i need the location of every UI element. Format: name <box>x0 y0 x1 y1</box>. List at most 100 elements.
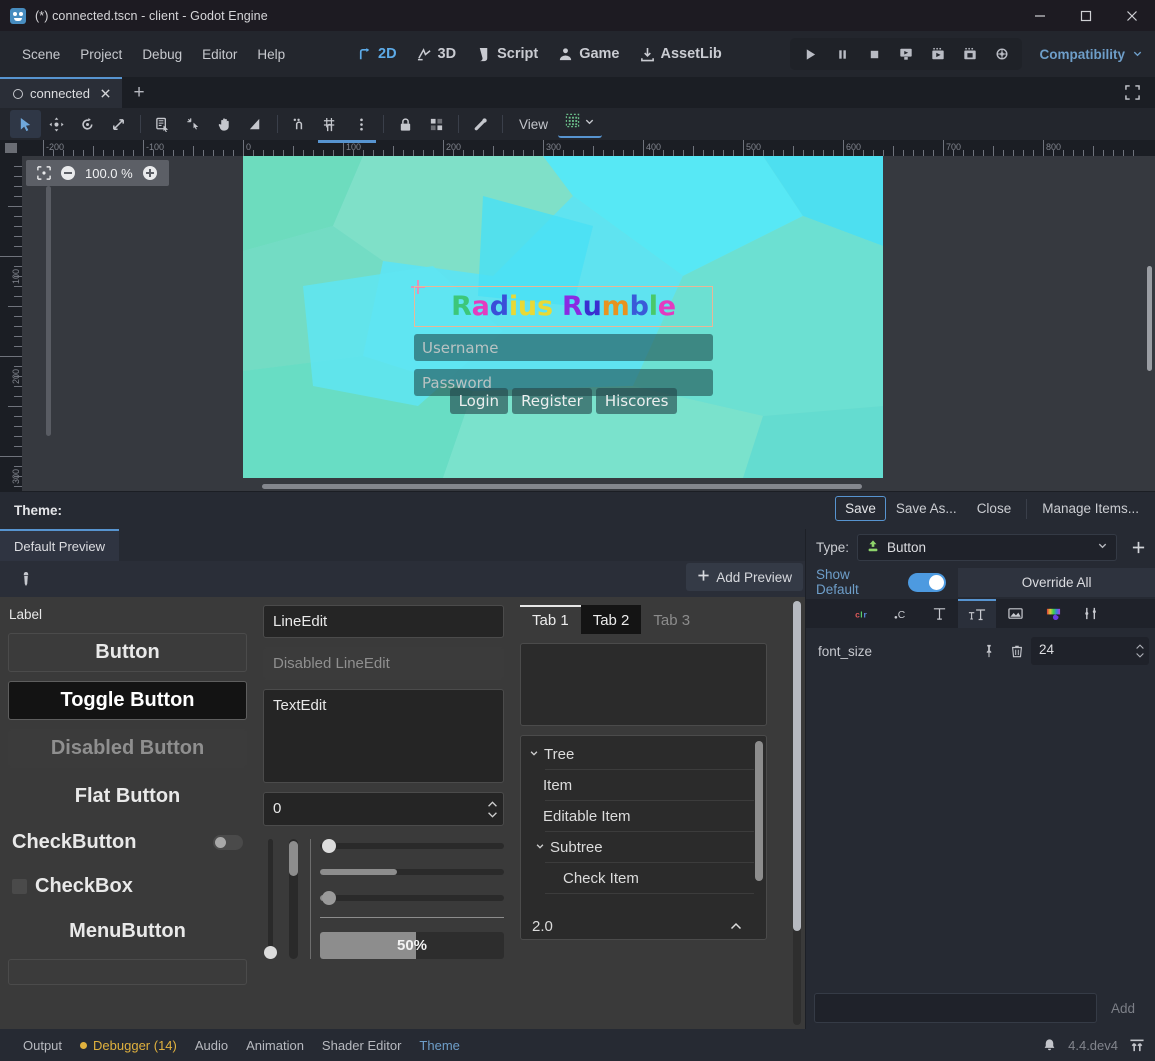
grid-snap-icon[interactable] <box>315 110 346 138</box>
menu-debug[interactable]: Debug <box>132 42 192 67</box>
editor-button-2d[interactable]: 2D <box>348 40 406 68</box>
preview-menu-button[interactable]: MenuButton <box>8 913 247 950</box>
bottom-panel-debugger[interactable]: Debugger (14) <box>71 1034 186 1057</box>
menu-project[interactable]: Project <box>70 42 132 67</box>
bottom-panel-audio[interactable]: Audio <box>186 1034 237 1057</box>
editor-button-3d[interactable]: 3D <box>408 40 466 68</box>
tree-row-editable-item[interactable]: Editable Item <box>521 801 766 832</box>
preview-tree[interactable]: Tree Item Editable Item Subtree Check It… <box>520 735 767 940</box>
zoom-fit-icon[interactable] <box>37 166 51 180</box>
preview-tab-default[interactable]: Default Preview <box>0 529 120 561</box>
constant-items-icon[interactable]: C <box>882 599 920 628</box>
view-menu-button[interactable]: View <box>509 113 558 136</box>
icon-items-icon[interactable] <box>996 599 1034 628</box>
renderer-selector[interactable]: Compatibility <box>1039 31 1143 77</box>
play-custom-icon[interactable] <box>922 39 954 69</box>
move-tool-icon[interactable] <box>41 110 72 138</box>
canvas-viewport[interactable]: -200-1000100200300400500600700800 100200… <box>0 140 1155 491</box>
ruler-icon[interactable] <box>240 110 271 138</box>
show-default-toggle[interactable] <box>908 572 947 592</box>
add-item-input[interactable] <box>814 993 1097 1023</box>
group-icon[interactable] <box>421 110 452 138</box>
spinbox-arrows-icon[interactable] <box>481 793 503 825</box>
pan-icon[interactable] <box>209 110 240 138</box>
canvas-vertical-scrollbar[interactable] <box>1147 266 1152 371</box>
type-select[interactable]: Button <box>857 533 1117 561</box>
preview-line-edit[interactable]: LineEdit <box>263 605 504 638</box>
editor-button-assetlib[interactable]: AssetLib <box>631 40 731 68</box>
preview-tab-2[interactable]: Tab 2 <box>580 605 642 634</box>
bell-icon[interactable] <box>1042 1038 1057 1053</box>
movie-maker-icon[interactable] <box>954 39 986 69</box>
hiscores-button[interactable]: Hiscores <box>595 388 678 414</box>
expand-bottom-icon[interactable] <box>1129 1038 1145 1053</box>
preview-check-box[interactable]: CheckBox <box>8 869 247 904</box>
expand-icon[interactable] <box>1117 77 1147 108</box>
pause-icon[interactable] <box>826 39 858 69</box>
property-value-field[interactable]: 24 <box>1031 637 1149 665</box>
bottom-panel-animation[interactable]: Animation <box>237 1034 313 1057</box>
register-button[interactable]: Register <box>512 388 592 414</box>
preview-hslider[interactable] <box>320 839 504 853</box>
pin-icon[interactable] <box>975 644 1003 658</box>
play-icon[interactable] <box>794 39 826 69</box>
preview-vscrollbar[interactable] <box>286 839 300 959</box>
override-all-button[interactable]: Override All <box>958 567 1155 597</box>
maximize-icon[interactable] <box>1063 0 1109 31</box>
preview-hslider-2[interactable] <box>320 890 504 905</box>
bottom-panel-shader-editor[interactable]: Shader Editor <box>313 1034 411 1057</box>
preview-option-button[interactable] <box>8 959 247 985</box>
remote-debug-icon[interactable] <box>986 39 1018 69</box>
chevron-down-icon[interactable] <box>529 748 539 761</box>
snap-mode-icon[interactable] <box>284 110 315 138</box>
tree-scrollbar[interactable] <box>755 741 763 881</box>
preview-check-button[interactable]: CheckButton <box>8 825 247 860</box>
minimize-icon[interactable] <box>1017 0 1063 31</box>
tree-row-tree[interactable]: Tree <box>521 739 766 770</box>
select-tool-icon[interactable] <box>10 110 41 138</box>
add-scene-tab-button[interactable]: + <box>122 77 156 108</box>
preview-tab-1[interactable]: Tab 1 <box>520 605 581 634</box>
tree-row-item[interactable]: Item <box>521 770 766 801</box>
preview-scrollbar-thumb[interactable] <box>793 601 801 931</box>
editor-button-script[interactable]: Script <box>467 40 547 68</box>
preview-canvas-scrollbar[interactable] <box>793 601 801 1025</box>
rotate-tool-icon[interactable] <box>72 110 103 138</box>
trash-icon[interactable] <box>1003 644 1031 658</box>
play-scene-icon[interactable] <box>890 39 922 69</box>
preview-spinbox[interactable]: 0 <box>263 792 504 826</box>
preview-flat-button[interactable]: Flat Button <box>8 777 247 816</box>
tree-row-check-item[interactable]: Check Item <box>521 863 766 894</box>
save-as-button[interactable]: Save As... <box>886 496 967 521</box>
tree-row-subtree[interactable]: Subtree <box>521 832 766 863</box>
color-items-icon[interactable]: clr <box>844 599 882 628</box>
hslider-grabber[interactable] <box>322 839 336 853</box>
hslider-2-grabber[interactable] <box>322 890 336 905</box>
snap-options-icon[interactable] <box>346 110 377 138</box>
close-icon[interactable] <box>1109 0 1155 31</box>
vslider-grabber[interactable] <box>264 946 277 959</box>
preview-vslider[interactable] <box>263 839 277 959</box>
username-input[interactable]: Username <box>414 334 713 361</box>
preview-hscrollbar[interactable] <box>320 865 504 879</box>
zoom-value[interactable]: 100.0 % <box>85 166 133 181</box>
canvas-area[interactable]: Radius Rumble Username Password Login Re… <box>22 156 1155 491</box>
bottom-panel-theme[interactable]: Theme <box>410 1034 468 1057</box>
zoom-out-icon[interactable] <box>60 165 76 181</box>
chevron-up-icon[interactable] <box>730 918 742 935</box>
login-button[interactable]: Login <box>449 388 509 414</box>
editor-button-game[interactable]: Game <box>549 40 628 68</box>
preview-text-edit[interactable]: TextEdit <box>263 689 504 783</box>
canvas-left-scrollbar[interactable] <box>46 186 51 436</box>
bottom-panel-output[interactable]: Output <box>14 1034 71 1057</box>
close-theme-button[interactable]: Close <box>967 496 1022 521</box>
add-type-button[interactable] <box>1125 534 1151 561</box>
preview-button[interactable]: Button <box>8 633 247 672</box>
scene-tab-connected[interactable]: connected <box>0 77 122 108</box>
chevron-down-icon[interactable] <box>535 841 545 854</box>
tree-row-spinbox[interactable]: 2.0 <box>524 913 750 939</box>
menu-help[interactable]: Help <box>247 42 295 67</box>
pivot-icon[interactable] <box>178 110 209 138</box>
lock-icon[interactable] <box>390 110 421 138</box>
grid-visibility-button[interactable] <box>558 110 603 138</box>
